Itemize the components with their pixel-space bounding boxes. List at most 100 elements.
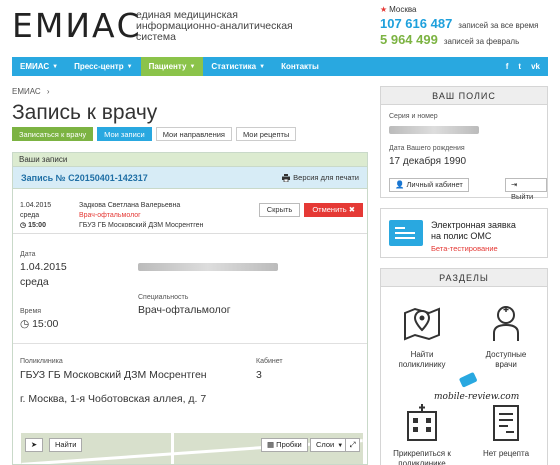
date-label: Дата	[20, 251, 36, 258]
dob-value: 17 декабря 1990	[389, 156, 467, 167]
policy-box: ВАШ ПОЛИС Серия и номер Дата Вашего рожд…	[380, 86, 548, 201]
caret-down-icon: ▼	[126, 63, 133, 70]
record-time: 15:00	[28, 222, 46, 229]
policy-card-icon	[389, 220, 423, 246]
stat-total-value: 107 616 487	[380, 16, 453, 31]
record-clinic: ГБУЗ ГБ Московский ДЗМ Мосрентген	[79, 222, 204, 229]
stat-month-label: записей за февраль	[443, 37, 520, 46]
nav-label: Пациенту	[148, 62, 187, 71]
sections-title: РАЗДЕЛЫ	[381, 269, 547, 287]
stat-month: 5 964 499 записей за февраль	[380, 32, 519, 47]
address-value: г. Москва, 1-я Чоботовская аллея, д. 7	[20, 393, 207, 405]
nav-label: Контакты	[281, 62, 319, 71]
star-icon: ★	[380, 5, 388, 14]
social-links: f t vk	[506, 62, 548, 71]
emias-logo[interactable]: ЕМИАС	[12, 7, 142, 45]
facebook-icon[interactable]: f	[506, 62, 509, 71]
logo-description: единая медицинская информационно-аналити…	[136, 9, 293, 43]
exit-button[interactable]: ⇥ Выйти	[505, 178, 547, 201]
hide-button[interactable]: Скрыть	[258, 203, 301, 217]
nav-item-stats[interactable]: Статистика ▼	[203, 57, 273, 76]
map-layers-button[interactable]: Слои ▼	[310, 438, 350, 452]
chevron-right-icon: ›	[46, 87, 50, 96]
doctor-icon	[493, 306, 519, 341]
oms-text: Электронная заявка на полис ОМС	[431, 220, 516, 242]
breadcrumb-link[interactable]: ЕМИАС	[12, 87, 41, 96]
city-selector[interactable]: ★ Москва	[380, 5, 416, 14]
clock-icon: ◷	[20, 222, 29, 229]
cabinet-label: Кабинет	[256, 358, 283, 365]
locate-icon[interactable]: ➤	[25, 438, 43, 452]
printer-icon	[282, 173, 291, 182]
redacted-patient-name	[138, 263, 278, 271]
redacted-policy-number	[389, 126, 479, 134]
watermark: mobile-review.com	[434, 392, 520, 402]
tab-my-referrals[interactable]: Мои направления	[155, 127, 232, 141]
expand-icon[interactable]: ⤢	[345, 438, 360, 452]
stat-total: 107 616 487 записей за все время	[380, 16, 539, 31]
city-label: Москва	[389, 5, 417, 14]
vk-icon[interactable]: vk	[531, 62, 540, 71]
beta-badge: Бета-тестирование	[431, 244, 498, 253]
cabinet-value: 3	[256, 369, 262, 381]
doctor-name: Задкова Светлана Валерьевна	[79, 202, 181, 209]
tab-my-prescriptions[interactable]: Мои рецепты	[235, 127, 297, 141]
map-pin-icon	[404, 307, 440, 341]
record-time-row: ◷ 15:00	[20, 221, 51, 231]
hospital-building-icon	[407, 404, 437, 441]
cancel-button[interactable]: Отменить ✖	[304, 203, 363, 217]
section-available-doctors[interactable]: Доступные врачи	[471, 303, 541, 370]
section-no-prescription[interactable]: Нет рецепта	[471, 402, 541, 459]
record-title: Запись № С20150401-142317	[21, 172, 148, 183]
nav-item-press[interactable]: Пресс-центр ▼	[66, 57, 141, 76]
time-label: Время	[20, 308, 42, 315]
stat-month-value: 5 964 499	[380, 32, 438, 47]
appointment-tabs: Записаться к врачу Мои записи Мои направ…	[12, 127, 297, 141]
tab-book-appointment[interactable]: Записаться к врачу	[12, 127, 94, 141]
cabinet-label: Личный кабинет	[406, 180, 463, 189]
personal-cabinet-button[interactable]: 👤 Личный кабинет	[389, 178, 469, 192]
prescription-icon	[493, 405, 519, 441]
oms-line2: на полис ОМС	[431, 231, 492, 241]
specialty-value: Врач-офтальмолог	[138, 304, 231, 316]
nav-label: Статистика	[211, 62, 257, 71]
map-layers-label: Слои	[316, 440, 335, 449]
records-panel: Ваши записи Запись № С20150401-142317 Ве…	[12, 152, 368, 465]
section-attach-clinic[interactable]: Прикрепиться к поликлинике	[387, 402, 457, 465]
breadcrumb: ЕМИАС ›	[12, 87, 50, 96]
tab-my-records[interactable]: Мои записи	[97, 127, 152, 141]
section-label: Найти поликлинику	[398, 350, 446, 369]
record-datetime: 1.04.2015 среда ◷ 15:00	[20, 201, 51, 231]
series-label: Серия и номер	[389, 113, 438, 120]
oms-application-banner[interactable]: Электронная заявка на полис ОМС Бета-тес…	[380, 208, 548, 258]
divider	[13, 343, 367, 344]
nav-item-emias[interactable]: ЕМИАС ▼	[12, 57, 66, 76]
doctor-specialty: Врач-офтальмолог	[79, 212, 141, 219]
map-traffic-button[interactable]: ▦ Пробки	[261, 438, 308, 452]
print-version-link[interactable]: Версия для печати	[282, 173, 359, 182]
time-row: ◷ 15:00	[20, 318, 58, 330]
section-find-clinic[interactable]: Найти поликлинику	[387, 303, 457, 370]
cancel-label: Отменить	[312, 205, 347, 214]
map-find-button[interactable]: Найти	[49, 438, 83, 452]
nav-item-patient[interactable]: Пациенту ▼	[140, 57, 204, 76]
exit-label: Выйти	[511, 192, 534, 201]
clinic-map[interactable]: ➤ Найти ▦ Пробки Слои ▼ ⤢	[21, 433, 363, 464]
nav-item-contacts[interactable]: Контакты	[273, 57, 327, 76]
clock-icon: ◷	[20, 318, 33, 330]
record-doctor-info: Задкова Светлана Валерьевна Врач-офтальм…	[79, 201, 203, 231]
sections-box: РАЗДЕЛЫ Найти поликлинику Доступные врач…	[380, 268, 548, 465]
specialty-label: Специальность	[138, 294, 189, 301]
section-label: Доступные врачи	[485, 350, 527, 369]
nav-label: Пресс-центр	[74, 62, 124, 71]
oms-line1: Электронная заявка	[431, 220, 516, 230]
twitter-icon[interactable]: t	[518, 62, 521, 71]
caret-down-icon: ▼	[52, 63, 59, 70]
caret-down-icon: ▼	[259, 63, 266, 70]
map-road	[171, 433, 174, 464]
stat-total-label: записей за все время	[458, 21, 539, 30]
nav-label: ЕМИАС	[20, 62, 50, 71]
page-title: Запись к врачу	[12, 101, 158, 124]
caret-down-icon: ▼	[189, 63, 196, 70]
main-navbar: ЕМИАС ▼ Пресс-центр ▼ Пациенту ▼ Статистика…	[12, 57, 548, 76]
